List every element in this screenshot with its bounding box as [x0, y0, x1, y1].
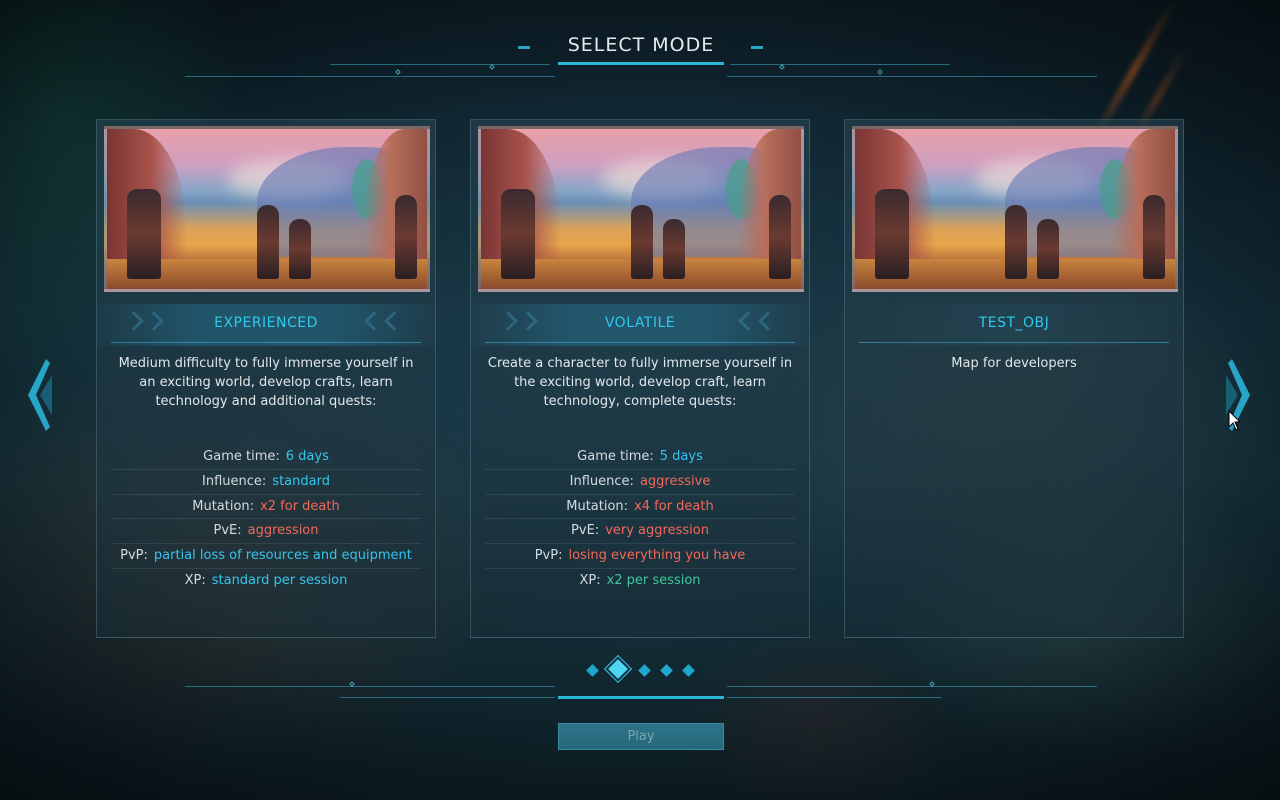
stat-label: PvP:	[120, 548, 148, 564]
stat-value: x2 per session	[606, 572, 701, 588]
footer-deco-line	[340, 697, 555, 698]
mode-card-volatile[interactable]: VOLATILE Create a character to fully imm…	[470, 119, 810, 638]
stat-label: PvE:	[213, 523, 242, 539]
stat-value: 6 days	[285, 449, 329, 464]
header-deco-dot	[395, 69, 401, 75]
mode-card-experienced[interactable]: EXPERIENCED Medium difficulty to fully i…	[96, 119, 436, 638]
stat-label: Mutation:	[566, 498, 629, 514]
stat-label: Mutation:	[192, 498, 255, 514]
footer-deco-line	[727, 686, 1097, 687]
stat-label: PvP:	[534, 548, 563, 564]
mode-pager	[584, 659, 696, 682]
pager-dot-active[interactable]	[608, 659, 628, 679]
pager-dot[interactable]	[660, 664, 673, 677]
stat-label: Influence:	[202, 473, 267, 489]
stat-label: PvE:	[571, 523, 600, 539]
stat-value: x2 for death	[260, 498, 340, 514]
title-underline	[558, 62, 724, 65]
mode-card-image	[852, 126, 1178, 292]
stat-row: PvP: partial loss of resources and equipm…	[111, 544, 421, 569]
stat-label: Game time:	[577, 449, 654, 464]
mode-card-title: EXPERIENCED	[214, 315, 318, 331]
stat-value: losing everything you have	[568, 548, 746, 564]
stat-row: PvE: aggression	[111, 519, 421, 545]
stat-row: Game time: 5 days	[485, 445, 795, 470]
mode-card-title-line	[485, 342, 795, 343]
footer-underline	[558, 696, 724, 699]
page-title: SELECT MODE	[567, 34, 715, 56]
stat-row: PvE: very aggression	[485, 519, 795, 545]
stat-value: very aggression	[605, 523, 709, 539]
stat-value: 5 days	[659, 449, 703, 464]
stat-value: partial loss of resources and equipment	[153, 548, 412, 564]
header-deco-line	[330, 64, 550, 65]
mode-card-title: VOLATILE	[604, 315, 676, 331]
stat-row: Mutation: x4 for death	[485, 495, 795, 520]
mode-card-test-obj[interactable]: TEST_OBJ Map for developers	[844, 119, 1184, 638]
stat-row: Influence: aggressive	[485, 470, 795, 495]
chevron-left-icon	[28, 359, 52, 431]
mode-card-description: Medium difficulty to fully immerse yours…	[118, 356, 414, 409]
mode-card-description: Create a character to fully immerse your…	[487, 356, 793, 409]
stat-row: Game time: 6 days	[111, 445, 421, 470]
pager-dot[interactable]	[586, 664, 599, 677]
stat-row: XP: x2 per session	[485, 569, 795, 594]
mode-card-title-line	[859, 342, 1169, 343]
footer-deco-line	[185, 686, 555, 687]
stat-row: XP: standard per session	[111, 569, 421, 594]
mode-card-image	[104, 126, 430, 292]
mode-card-description: Map for developers	[951, 356, 1077, 371]
header-deco-dot	[489, 64, 495, 70]
mode-card-title-line	[111, 342, 421, 343]
mouse-cursor-icon	[1228, 410, 1242, 431]
header-deco-line	[185, 76, 555, 77]
header-deco-line	[727, 76, 1097, 77]
header-deco-dot	[779, 64, 785, 70]
stat-row: PvP: losing everything you have	[485, 544, 795, 569]
pager-dot[interactable]	[682, 664, 695, 677]
header: SELECT MODE	[0, 0, 1280, 90]
stat-value: standard per session	[211, 572, 348, 588]
header-deco-line	[730, 64, 950, 65]
play-button[interactable]: Play	[558, 723, 724, 750]
stat-value: standard	[272, 473, 330, 489]
stat-label: XP:	[579, 572, 601, 588]
stat-value: aggressive	[639, 473, 711, 489]
header-deco-dot	[877, 69, 883, 75]
prev-arrow-button[interactable]	[24, 355, 54, 435]
stat-value: x4 for death	[634, 498, 714, 514]
stat-label: Influence:	[569, 473, 634, 489]
stat-row: Influence: standard	[111, 470, 421, 495]
stat-value: aggression	[247, 523, 319, 539]
mode-card-stats: Game time: 5 days Influence: aggressive Mu…	[485, 445, 795, 594]
stat-label: Game time:	[203, 449, 280, 464]
footer-deco-line	[727, 697, 942, 698]
stat-label: XP:	[184, 572, 206, 588]
pager-dot[interactable]	[638, 664, 651, 677]
title-dash-left	[518, 46, 530, 49]
stat-row: Mutation: x2 for death	[111, 495, 421, 520]
mode-card-image	[478, 126, 804, 292]
mode-card-stats: Game time: 6 days Influence: standard Muta…	[111, 445, 421, 594]
title-dash-right	[751, 46, 763, 49]
mode-card-title: TEST_OBJ	[978, 315, 1050, 331]
